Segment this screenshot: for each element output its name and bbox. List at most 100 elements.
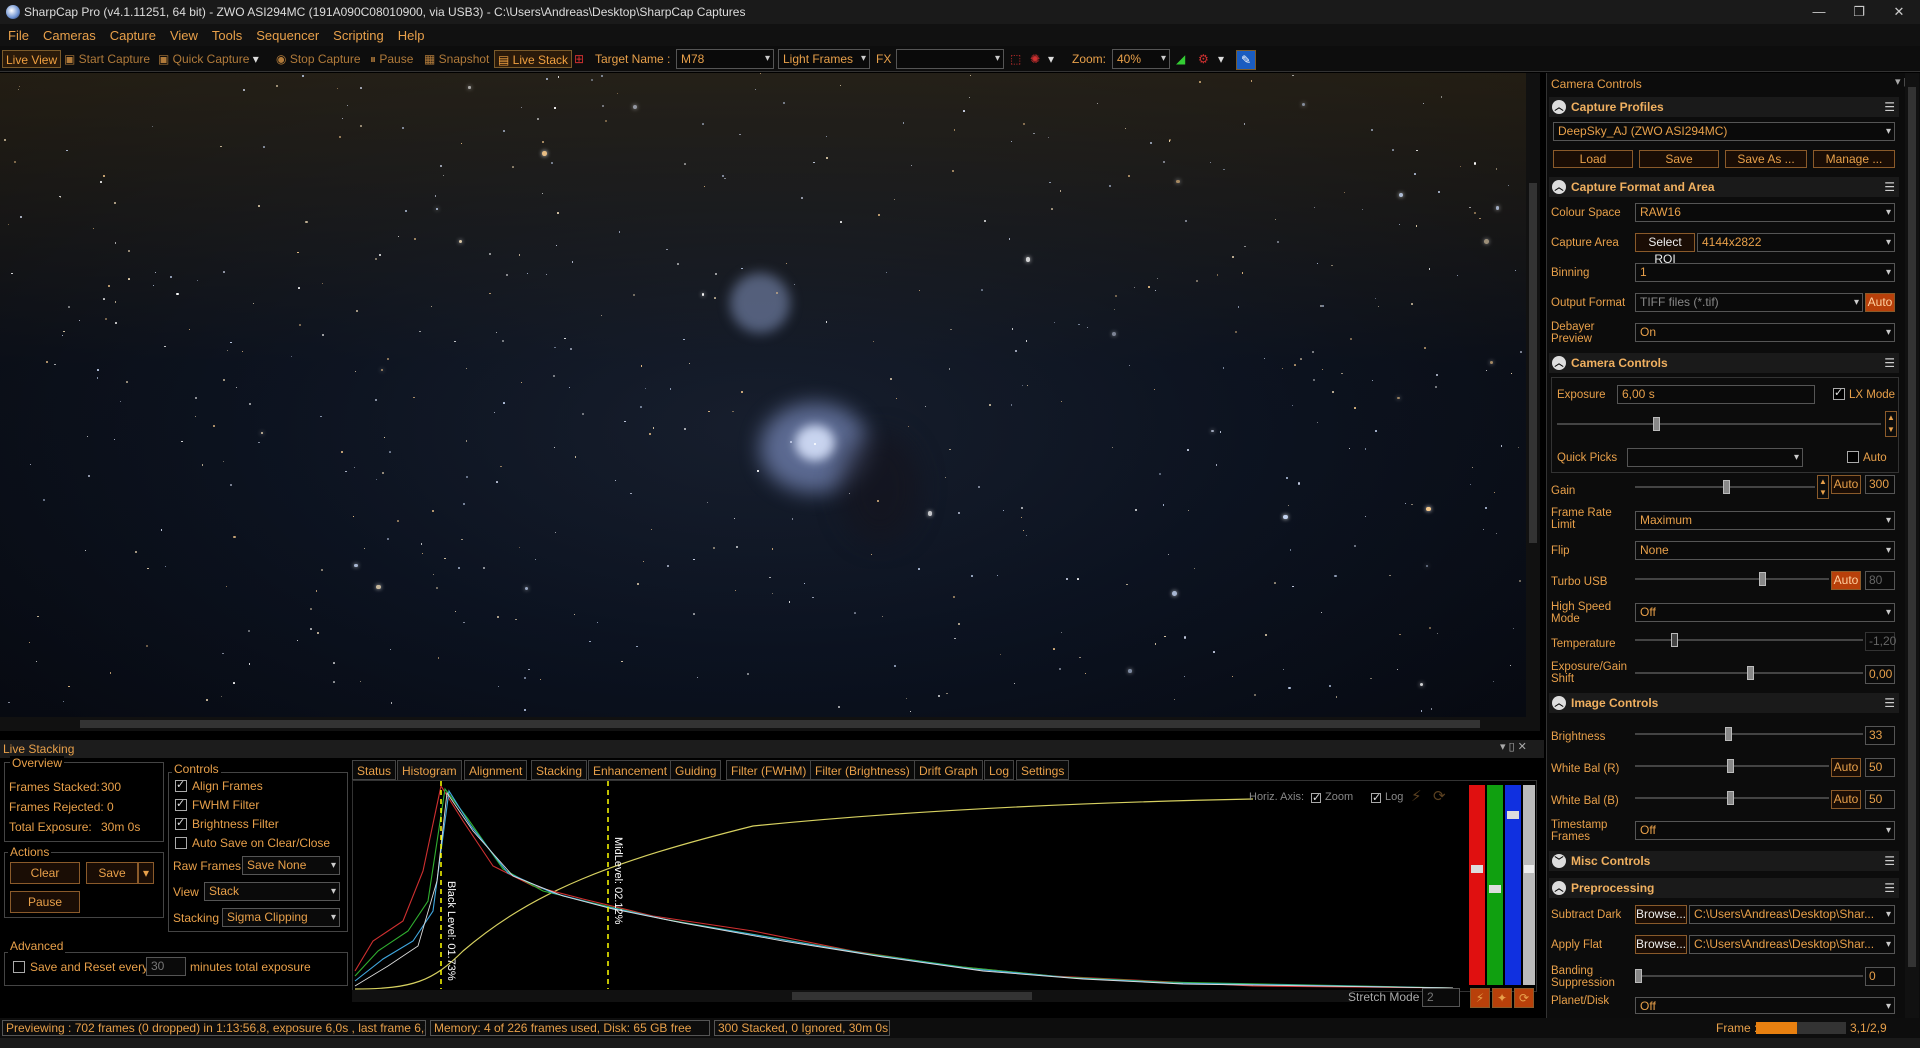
raw-frames-select[interactable]: Save None (242, 856, 340, 875)
target-icon[interactable]: ⊞ (574, 50, 584, 68)
save-reset-checkbox[interactable] (13, 961, 25, 973)
menu-icon[interactable]: ☰ (1884, 353, 1895, 373)
target-name-input[interactable]: M78 (676, 49, 774, 69)
wb-blue-slider[interactable] (1635, 791, 1829, 805)
collapse-icon[interactable]: ︿ (1552, 696, 1566, 710)
zoom-checkbox[interactable] (1311, 791, 1321, 804)
turbo-usb-slider[interactable] (1635, 572, 1829, 586)
auto-stretch-button[interactable]: ⚡ (1470, 988, 1490, 1008)
menu-file[interactable]: File (8, 28, 29, 43)
quick-capture-button[interactable]: ▣ Quick Capture ▾ (158, 50, 259, 68)
banding-slider[interactable] (1635, 969, 1863, 983)
collapse-icon[interactable]: ︿ (1552, 881, 1566, 895)
capture-profiles-header[interactable]: ︿ Capture Profiles ☰ (1549, 97, 1899, 117)
debayer-select[interactable]: On (1635, 323, 1895, 342)
tab-enhancement[interactable]: Enhancement (588, 760, 673, 780)
profile-select[interactable]: DeepSky_AJ (ZWO ASI294MC) (1553, 122, 1895, 141)
pin-icon[interactable]: ✎ (1236, 50, 1256, 70)
wb-blue-value[interactable]: 50 (1865, 790, 1895, 809)
start-capture-button[interactable]: ▣ Start Capture (64, 50, 150, 68)
save-profile-button[interactable]: Save (1639, 150, 1719, 168)
exposure-input[interactable]: 6,00 s (1617, 385, 1815, 404)
wb-red-value[interactable]: 50 (1865, 758, 1895, 777)
fwhm-filter-checkbox[interactable] (175, 797, 187, 811)
panel-pin-icon[interactable]: ▾ ▯ ✕ (1500, 740, 1527, 753)
binning-select[interactable]: 1 (1635, 263, 1895, 282)
panel-scrollbar[interactable] (1905, 73, 1919, 1018)
banding-value[interactable]: 0 (1865, 967, 1895, 986)
pause-button[interactable]: ⏸ Pause (370, 50, 413, 68)
save-as-profile-button[interactable]: Save As ... (1725, 150, 1807, 168)
luminance-level-bar[interactable] (1523, 785, 1535, 985)
stacking-select[interactable]: Sigma Clipping (222, 908, 340, 927)
tab-guiding[interactable]: Guiding (670, 760, 722, 780)
high-speed-select[interactable]: Off (1635, 603, 1895, 622)
output-format-auto-button[interactable]: Auto (1865, 293, 1895, 312)
gain-slider[interactable] (1635, 480, 1815, 494)
wb-red-slider[interactable] (1635, 759, 1829, 773)
vertical-scrollbar[interactable] (1526, 73, 1540, 717)
log-checkbox[interactable] (1371, 791, 1381, 804)
misc-controls-header[interactable]: ﹀ Misc Controls ☰ (1549, 851, 1899, 871)
snapshot-button[interactable]: ▦ Snapshot (424, 50, 489, 68)
align-frames-checkbox[interactable] (175, 778, 187, 792)
menu-capture[interactable]: Capture (110, 28, 156, 43)
flip-select[interactable]: None (1635, 541, 1895, 560)
chevron-down-icon[interactable]: ▾ (1218, 50, 1224, 68)
tab-filter-brightness[interactable]: Filter (Brightness) (810, 760, 915, 780)
chevron-down-icon[interactable]: ▾ (253, 52, 259, 66)
apply-flat-select[interactable]: C:\Users\Andreas\Desktop\Shar... (1689, 935, 1895, 954)
crosshair-icon[interactable]: ✺ (1030, 50, 1040, 68)
frame-type-select[interactable]: Light Frames (778, 49, 870, 69)
fx-select[interactable] (896, 49, 1004, 69)
capture-format-header[interactable]: ︿ Capture Format and Area ☰ (1549, 177, 1899, 197)
save-button[interactable]: Save (86, 862, 138, 884)
reset-icon[interactable]: ⟳ (1433, 787, 1446, 805)
green-level-bar[interactable] (1487, 785, 1503, 985)
collapse-icon[interactable]: ︿ (1552, 356, 1566, 370)
tab-status[interactable]: Status (352, 760, 397, 780)
tab-drift-graph[interactable]: Drift Graph (914, 760, 983, 780)
wb-red-auto-button[interactable]: Auto (1831, 758, 1861, 777)
pause-stack-button[interactable]: Pause (10, 891, 80, 913)
menu-icon[interactable]: ☰ (1884, 693, 1895, 713)
subtract-dark-browse-button[interactable]: Browse... (1635, 905, 1687, 924)
quick-picks-select[interactable] (1627, 448, 1803, 467)
menu-sequencer[interactable]: Sequencer (256, 28, 319, 43)
brightness-filter-checkbox[interactable] (175, 816, 187, 830)
gain-value[interactable]: 300 (1865, 475, 1895, 494)
gain-auto-button[interactable]: Auto (1831, 475, 1861, 494)
image-controls-header[interactable]: ︿ Image Controls ☰ (1549, 693, 1899, 713)
menu-tools[interactable]: Tools (212, 28, 242, 43)
frame-rate-select[interactable]: Maximum (1635, 511, 1895, 530)
red-level-bar[interactable] (1469, 785, 1485, 985)
lx-mode-checkbox[interactable] (1833, 386, 1845, 400)
exposure-slider[interactable] (1557, 417, 1881, 431)
save-reset-minutes[interactable]: 30 (146, 957, 186, 976)
turbo-usb-value[interactable]: 80 (1865, 571, 1895, 590)
apply-flat-browse-button[interactable]: Browse... (1635, 935, 1687, 954)
menu-icon[interactable]: ☰ (1884, 878, 1895, 898)
turbo-auto-button[interactable]: Auto (1831, 571, 1861, 590)
brightness-value[interactable]: 33 (1865, 726, 1895, 745)
select-roi-button[interactable]: Select ROI (1635, 233, 1695, 266)
menu-help[interactable]: Help (398, 28, 425, 43)
collapse-icon[interactable]: ︿ (1552, 100, 1566, 114)
auto-stretch-icon[interactable]: ⚡ (1411, 787, 1422, 805)
close-icon[interactable]: ✕ (1876, 0, 1920, 24)
tab-alignment[interactable]: Alignment (464, 760, 528, 780)
exposure-spinner[interactable]: ▲ ▼ (1885, 411, 1897, 437)
colour-space-select[interactable]: RAW16 (1635, 203, 1895, 222)
menu-icon[interactable]: ☰ (1884, 177, 1895, 197)
auto-save-checkbox[interactable] (175, 837, 187, 849)
view-select[interactable]: Stack (204, 882, 340, 901)
star-stretch-button[interactable]: ✦ (1492, 988, 1512, 1008)
live-stack-button[interactable]: ▤ Live Stack (494, 50, 573, 68)
capture-area-select[interactable]: 4144x2822 (1697, 233, 1895, 252)
clear-button[interactable]: Clear (10, 862, 80, 884)
load-profile-button[interactable]: Load (1553, 150, 1633, 168)
menu-icon[interactable]: ☰ (1884, 97, 1895, 117)
histogram-panel[interactable]: Black Level: 01.73% MidLevel: 02.12% Hor… (352, 780, 1537, 992)
tab-filter-fwhm[interactable]: Filter (FWHM) (726, 760, 812, 780)
chevron-down-icon[interactable]: ▾ (1048, 50, 1054, 68)
